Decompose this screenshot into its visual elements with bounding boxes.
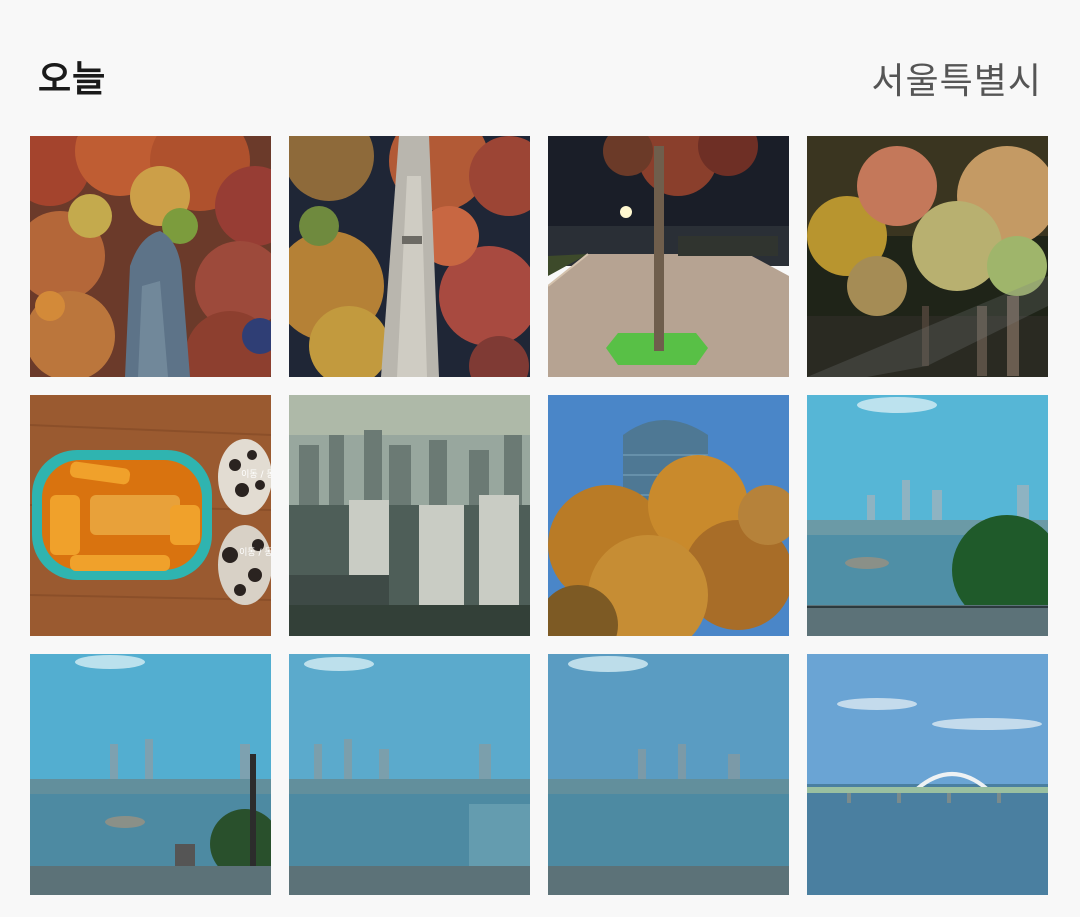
section-header: 오늘 서울특별시 [0,0,1080,136]
photo-maple-trunk-closeup[interactable] [30,136,271,377]
photo-tower-autumn-tree[interactable] [548,395,789,636]
photo-maple-trunk-lookup[interactable] [289,136,530,377]
photo-river-skyline-1[interactable] [807,395,1048,636]
egg-label-bottom: 이동 / 동그 [239,547,271,558]
photo-city-apartments-haze[interactable] [289,395,530,636]
photo-river-bridge[interactable] [807,654,1048,895]
egg-label-top: 이동 / 동그 [241,469,271,480]
photo-maple-morning-light[interactable] [807,136,1048,377]
date-title: 오늘 [38,59,107,100]
photo-river-skyline-2[interactable] [30,654,271,895]
photo-river-skyline-3[interactable] [289,654,530,895]
photo-night-park-path[interactable] [548,136,789,377]
photo-tteokbokki-eggs[interactable]: 이동 / 동그 이동 / 동그 [30,395,271,636]
photo-river-skyline-4[interactable] [548,654,789,895]
location-label[interactable]: 서울특별시 [871,52,1042,104]
photo-grid: 이동 / 동그 이동 / 동그 [30,136,1048,895]
